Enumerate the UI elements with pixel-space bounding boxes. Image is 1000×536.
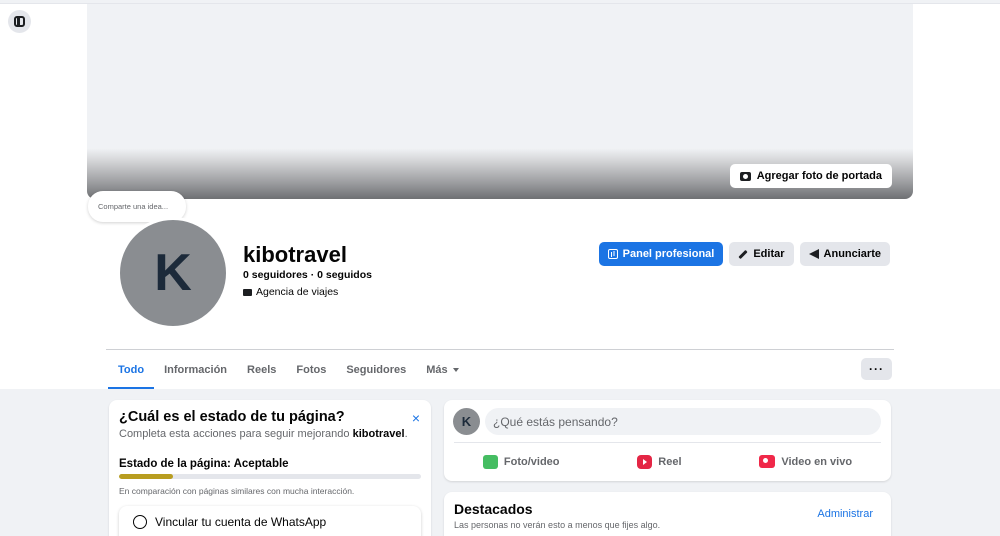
- link-whatsapp-button[interactable]: Vincular tu cuenta de WhatsApp: [119, 506, 421, 536]
- subtitle-text: Completa esta acciones para seguir mejor…: [119, 428, 350, 440]
- progress-fill: [119, 474, 174, 479]
- reel-label: Reel: [658, 455, 682, 468]
- status-card-title: ¿Cuál es el estado de tu página?: [119, 409, 345, 425]
- edit-label: Editar: [753, 248, 785, 260]
- advertise-label: Anunciarte: [823, 248, 881, 260]
- add-cover-photo-button[interactable]: Agregar foto de portada: [729, 164, 892, 188]
- page-category: Agencia de viajes: [243, 286, 338, 298]
- tab-label: Más: [426, 363, 448, 376]
- profile-avatar[interactable]: K: [117, 217, 229, 329]
- live-video-label: Video en vivo: [781, 455, 853, 468]
- tab-label: Información: [164, 363, 228, 376]
- advertise-button[interactable]: Anunciarte: [799, 242, 890, 266]
- tab-fotos[interactable]: Fotos: [286, 350, 336, 389]
- composer-avatar[interactable]: K: [453, 408, 480, 435]
- edit-button[interactable]: Editar: [729, 242, 794, 266]
- page-title: kibotravel: [243, 242, 347, 267]
- composer-actions: Foto/video Reel Video en vivo: [444, 449, 891, 474]
- whatsapp-label: Vincular tu cuenta de WhatsApp: [155, 515, 327, 529]
- tab-label: Fotos: [296, 363, 327, 376]
- category-label: Agencia de viajes: [256, 286, 339, 298]
- photo-video-button[interactable]: Foto/video: [482, 449, 560, 474]
- manage-featured-link[interactable]: Administrar: [817, 508, 873, 520]
- cover-photo: Agregar foto de portada: [87, 4, 913, 199]
- dashboard-icon: [607, 249, 618, 259]
- tab-seguidores[interactable]: Seguidores: [336, 350, 416, 389]
- briefcase-icon: [243, 288, 252, 296]
- featured-subtitle: Las personas no verán esto a menos que f…: [454, 520, 661, 530]
- photo-icon: [482, 454, 498, 469]
- professional-panel-button[interactable]: Panel profesional: [598, 242, 724, 266]
- close-icon[interactable]: ×: [412, 410, 420, 426]
- subtitle-page-name: kibotravel: [352, 428, 405, 440]
- subtitle-suffix: .: [404, 428, 408, 440]
- camera-icon: [739, 171, 751, 181]
- photo-video-label: Foto/video: [503, 455, 560, 468]
- tab-reels[interactable]: Reels: [237, 350, 286, 389]
- profile-tabs: Todo Información Reels Fotos Seguidores …: [108, 350, 469, 389]
- caret-down-icon: [452, 367, 459, 372]
- page-status-progress: [119, 474, 421, 479]
- post-composer: K ¿Qué estás pensando? Foto/video Reel V…: [444, 400, 891, 481]
- reel-button[interactable]: Reel: [637, 449, 682, 474]
- status-note: En comparación con páginas similares con…: [119, 486, 355, 496]
- page-status-label: Estado de la página: Aceptable: [119, 458, 289, 470]
- live-video-button[interactable]: Video en vivo: [759, 449, 852, 474]
- live-video-icon: [759, 455, 776, 468]
- tab-label: Seguidores: [346, 363, 407, 376]
- composer-divider: [454, 442, 881, 443]
- composer-input[interactable]: ¿Qué estás pensando?: [485, 408, 881, 435]
- tab-mas[interactable]: Más: [416, 350, 468, 389]
- more-options-button[interactable]: ···: [861, 358, 892, 380]
- sidebar-toggle-icon: [14, 16, 25, 27]
- share-thought-placeholder: Comparte una idea...: [98, 202, 169, 211]
- professional-panel-label: Panel profesional: [622, 248, 715, 260]
- tab-todo[interactable]: Todo: [108, 350, 155, 389]
- tab-label: Todo: [118, 363, 145, 376]
- status-card-subtitle: Completa esta acciones para seguir mejor…: [119, 428, 421, 440]
- profile-actions: Panel profesional Editar Anunciarte: [598, 242, 890, 266]
- avatar-letter: K: [154, 244, 192, 302]
- followers-count[interactable]: 0 seguidores · 0 seguidos: [243, 269, 372, 281]
- whatsapp-icon: [133, 515, 147, 529]
- pencil-icon: [738, 249, 748, 259]
- featured-card: Destacados Las personas no verán esto a …: [444, 492, 891, 536]
- tab-informacion[interactable]: Información: [154, 350, 237, 389]
- reel-icon: [637, 454, 653, 469]
- page-status-card: ¿Cuál es el estado de tu página? Complet…: [109, 400, 431, 536]
- add-cover-photo-label: Agregar foto de portada: [756, 170, 882, 182]
- megaphone-icon: [808, 249, 819, 259]
- tab-label: Reels: [247, 363, 277, 376]
- sidebar-toggle-button[interactable]: [8, 10, 31, 33]
